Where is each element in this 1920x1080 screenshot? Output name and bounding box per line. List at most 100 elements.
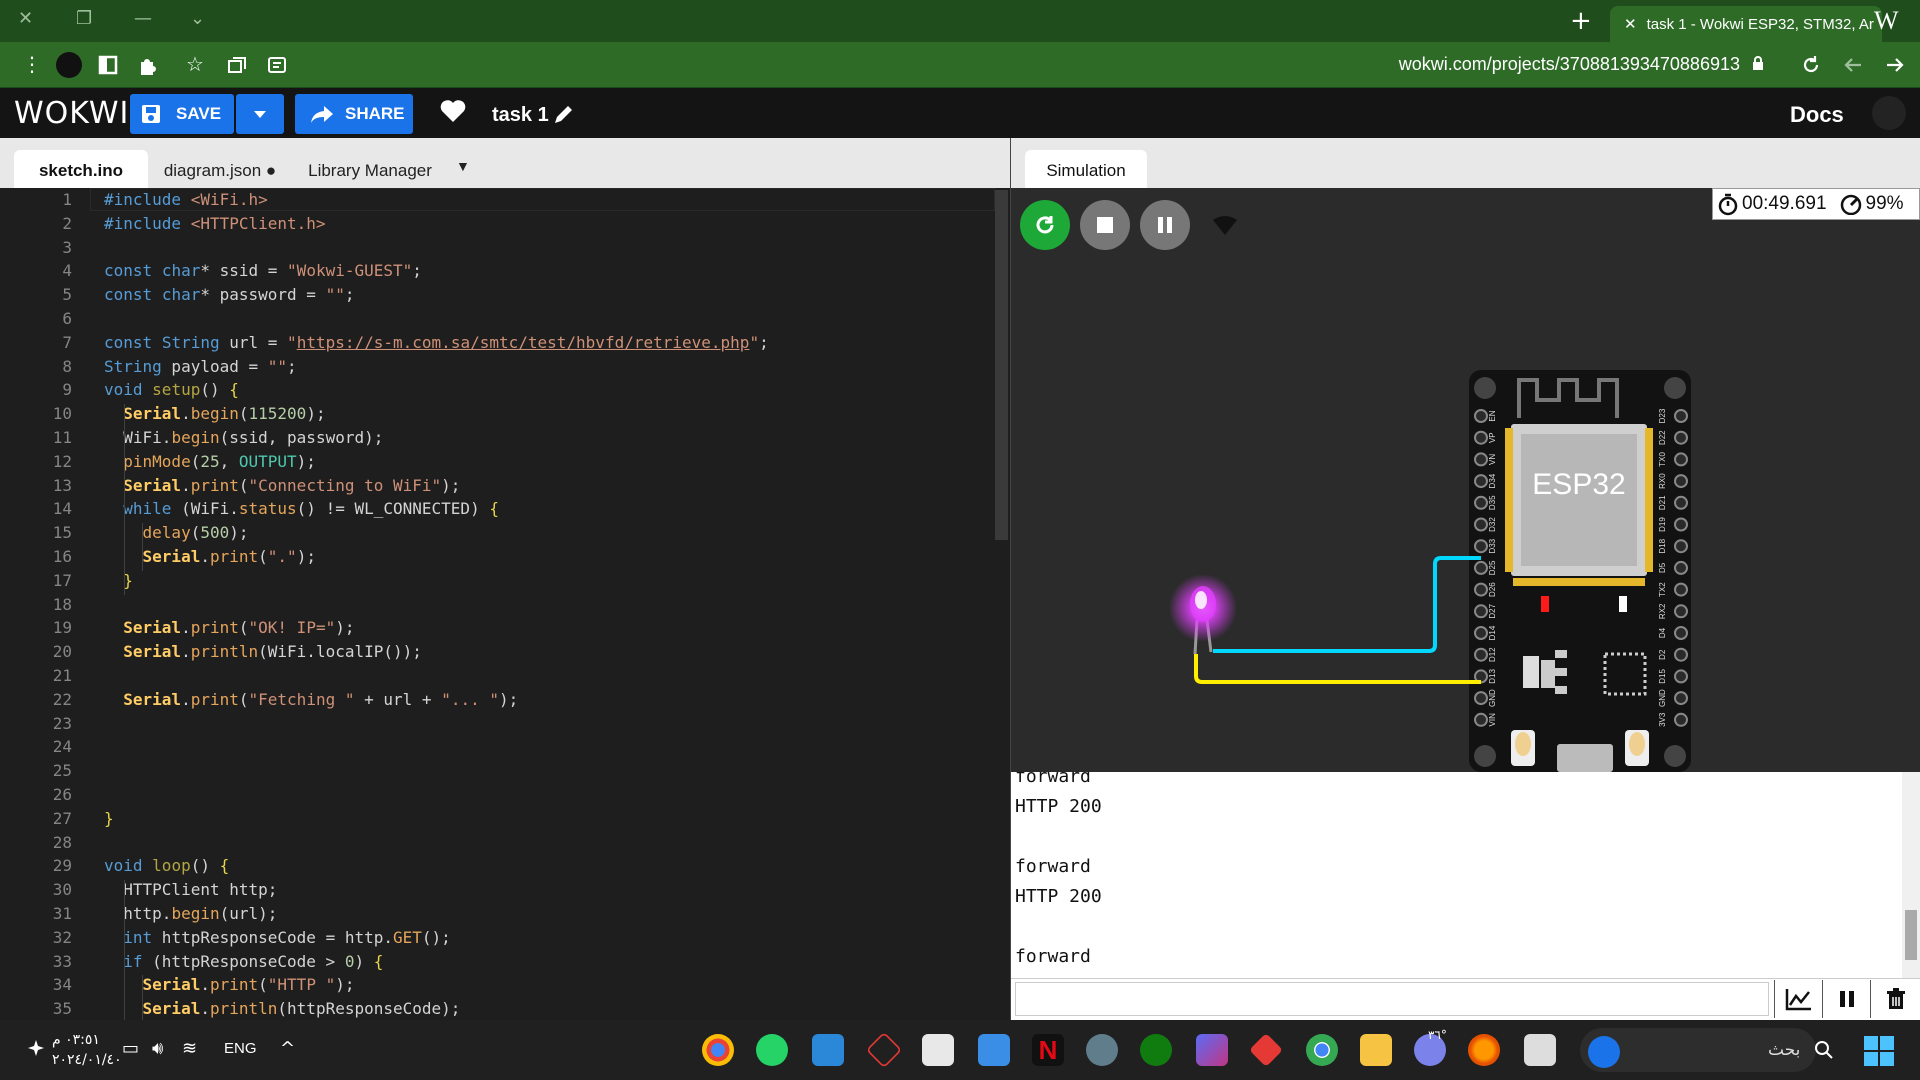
code-line[interactable]: 15 delay(500); <box>0 523 1000 547</box>
esp32-pin[interactable] <box>1474 474 1488 489</box>
code-line[interactable]: 9 void setup() { <box>0 380 1000 404</box>
browser-menu-icon[interactable]: ⋮ <box>22 52 42 76</box>
tab-close-icon[interactable]: ✕ <box>1624 16 1637 33</box>
esp32-pin[interactable] <box>1474 626 1488 640</box>
code-line[interactable]: 11 WiFi.begin(ssid, password); <box>0 428 1000 452</box>
clipchamp-app-icon[interactable] <box>1196 1034 1228 1066</box>
wokwi-logo[interactable]: WOKWI <box>14 96 129 131</box>
store-app-icon[interactable] <box>812 1034 844 1066</box>
esp32-pin[interactable] <box>1474 517 1488 532</box>
esp32-pin[interactable] <box>1674 474 1688 489</box>
esp32-pin[interactable] <box>1474 430 1488 445</box>
pause-simulation-button[interactable] <box>1140 200 1190 250</box>
browser-tab-active[interactable]: ✕ task 1 - Wokwi ESP32, STM32, Ar <box>1610 6 1882 42</box>
serial-monitor-output[interactable]: forward HTTP 200 forward HTTP 200 forward <box>1011 772 1920 978</box>
tab-list-chevron-icon[interactable]: ⌄ <box>190 8 205 29</box>
snipping-tool-app-icon[interactable] <box>922 1034 954 1066</box>
esp32-pin[interactable] <box>1474 712 1488 727</box>
chrome-canary-app-icon[interactable] <box>702 1034 734 1066</box>
collections-icon[interactable] <box>226 55 248 75</box>
wire-yellow[interactable] <box>1194 654 1481 684</box>
chrome-app-icon[interactable] <box>1306 1034 1338 1066</box>
serial-pause-button[interactable] <box>1822 980 1870 1018</box>
code-line[interactable]: 27} <box>0 809 1000 833</box>
code-line[interactable]: 8 String payload = ""; <box>0 357 1000 381</box>
input-language[interactable]: ENG <box>224 1040 257 1057</box>
code-line[interactable]: 2 #include <HTTPClient.h> <box>0 214 1000 238</box>
tabs-menu-icon[interactable]: ▼ <box>456 158 470 174</box>
code-line[interactable]: 21 <box>0 666 1000 690</box>
plotter-button[interactable] <box>1774 980 1822 1018</box>
esp32-pin[interactable] <box>1674 626 1688 640</box>
code-line[interactable]: 10 Serial.begin(115200); <box>0 404 1000 428</box>
refresh-icon[interactable] <box>1800 54 1822 76</box>
code-line[interactable]: 3 <box>0 238 1000 262</box>
netflix-app-icon[interactable]: N <box>1032 1034 1064 1066</box>
code-line[interactable]: 32 int httpResponseCode = http.GET(); <box>0 928 1000 952</box>
project-name[interactable]: task 1 <box>492 104 549 127</box>
esp32-pin[interactable] <box>1674 430 1688 445</box>
user-avatar[interactable] <box>1872 96 1906 130</box>
code-line[interactable]: 19 Serial.print("OK! IP="); <box>0 618 1000 642</box>
firefox-app-icon[interactable] <box>1468 1034 1500 1066</box>
settings-app-icon[interactable] <box>1086 1034 1118 1066</box>
windows-start-icon[interactable] <box>1864 1036 1894 1066</box>
weather-icon[interactable] <box>24 1038 48 1062</box>
code-line[interactable]: 29 void loop() { <box>0 856 1000 880</box>
window-minimize-icon[interactable]: — <box>134 8 152 29</box>
esp32-pin[interactable] <box>1674 669 1688 684</box>
esp32-pin[interactable] <box>1674 712 1688 727</box>
save-dropdown-button[interactable] <box>236 94 284 134</box>
control-panel-app-icon[interactable] <box>978 1034 1010 1066</box>
window-close-icon[interactable]: ✕ <box>18 8 33 29</box>
code-line[interactable]: 18 <box>0 595 1000 619</box>
esp32-pin[interactable] <box>1474 691 1488 706</box>
read-aloud-icon[interactable] <box>266 55 288 75</box>
desktop-app-icon[interactable] <box>1524 1034 1556 1066</box>
code-line[interactable]: 26 <box>0 785 1000 809</box>
favorite-star-icon[interactable]: ☆ <box>186 52 204 76</box>
code-line[interactable]: 28 <box>0 833 1000 857</box>
file-explorer-app-icon[interactable] <box>1360 1034 1392 1066</box>
tray-overflow-caret-icon[interactable]: ^ <box>280 1038 295 1059</box>
tab-sketch-ino[interactable]: sketch.ino <box>14 150 148 188</box>
esp32-pin[interactable] <box>1674 452 1688 467</box>
code-line[interactable]: 30 HTTPClient http; <box>0 880 1000 904</box>
code-line[interactable]: 4 const char* ssid = "Wokwi-GUEST"; <box>0 261 1000 285</box>
code-line[interactable]: 6 <box>0 309 1000 333</box>
volume-icon[interactable]: 🔊︎ <box>152 1038 163 1059</box>
simulation-canvas[interactable]: ESP32 EN VP VN D34 D35 D32 D33 D25 D26 D27 D14 D12 D… <box>1011 188 1920 772</box>
taskbar-clock[interactable]: ٠٣:٥١ م ٢٠٢٤/٠١/٤٠ <box>52 1030 122 1070</box>
save-button[interactable]: SAVE <box>130 94 234 134</box>
edit-pencil-icon[interactable] <box>552 104 574 126</box>
code-line[interactable]: 17 } <box>0 571 1000 595</box>
battery-icon[interactable]: ▭ <box>122 1038 139 1059</box>
stop-simulation-button[interactable] <box>1080 200 1130 250</box>
code-line[interactable]: 13 Serial.print("Connecting to WiFi"); <box>0 476 1000 500</box>
tab-library-manager[interactable]: Library Manager <box>295 150 445 188</box>
like-heart-icon[interactable] <box>439 98 467 124</box>
esp32-pin[interactable] <box>1674 691 1688 706</box>
new-tab-button[interactable]: + <box>1570 6 1592 36</box>
address-bar-url[interactable]: wokwi.com/projects/370881393470886913 <box>1399 54 1740 75</box>
wifi-tray-icon[interactable]: ≋ <box>182 1038 197 1059</box>
share-button[interactable]: SHARE <box>295 94 413 134</box>
esp32-pin[interactable] <box>1474 539 1488 554</box>
led-purple[interactable] <box>1169 574 1237 655</box>
esp32-pin[interactable] <box>1674 582 1688 597</box>
esp32-pin[interactable] <box>1474 409 1488 423</box>
wire-cyan[interactable] <box>1213 556 1481 653</box>
code-line[interactable]: 24 <box>0 737 1000 761</box>
serial-input[interactable] <box>1015 982 1769 1016</box>
code-line[interactable]: 14 while (WiFi.status() != WL_CONNECTED)… <box>0 499 1000 523</box>
wikipedia-icon[interactable]: W <box>1874 6 1899 36</box>
whatsapp-app-icon[interactable] <box>756 1034 788 1066</box>
code-line[interactable]: 16 Serial.print("."); <box>0 547 1000 571</box>
code-line[interactable]: 31 http.begin(url); <box>0 904 1000 928</box>
tab-simulation[interactable]: Simulation <box>1025 150 1147 188</box>
code-line[interactable]: 12 pinMode(25, OUTPUT); <box>0 452 1000 476</box>
esp32-pin[interactable] <box>1674 560 1688 575</box>
forward-icon[interactable] <box>1884 55 1906 75</box>
esp32-pin[interactable] <box>1674 539 1688 554</box>
extensions-icon[interactable] <box>136 54 158 76</box>
